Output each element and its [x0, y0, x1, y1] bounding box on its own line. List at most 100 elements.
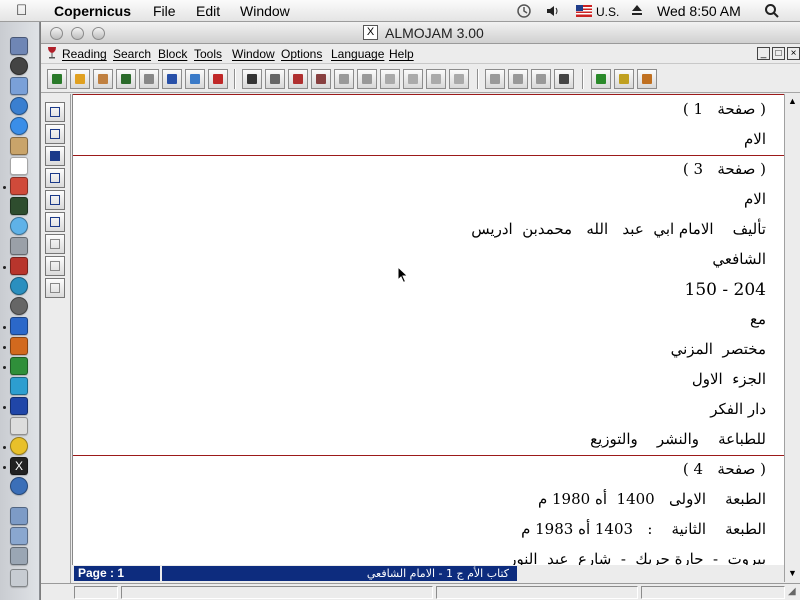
vertical-split-icon[interactable] [531, 69, 551, 89]
ichat-icon[interactable] [10, 117, 28, 135]
menu-help[interactable]: Help [389, 47, 414, 61]
app-menu[interactable]: Copernicus [54, 3, 131, 19]
wireless-icon[interactable] [10, 477, 28, 495]
applications-folder-icon[interactable] [10, 507, 28, 525]
table-icon[interactable] [288, 69, 308, 89]
tile-windows-icon[interactable] [485, 69, 505, 89]
books-icon[interactable] [10, 257, 28, 275]
system-prefs-icon[interactable] [10, 277, 28, 295]
house-down-icon[interactable] [139, 69, 159, 89]
input-locale[interactable]: U.S. [596, 5, 619, 19]
house-up-icon[interactable] [116, 69, 136, 89]
book-info-icon[interactable] [591, 69, 611, 89]
powerpoint-icon[interactable] [10, 337, 28, 355]
mdi-restore-button[interactable]: □ [772, 47, 785, 60]
textedit-icon[interactable] [10, 417, 28, 435]
exit-door-icon[interactable] [637, 69, 657, 89]
vertical-scrollbar[interactable]: ▲ ▼ [784, 94, 800, 582]
time-machine-icon[interactable] [516, 3, 532, 22]
dashboard-icon[interactable] [10, 57, 28, 75]
documents-folder-icon[interactable] [10, 527, 28, 545]
window-titlebar[interactable]: X ALMOJAM 3.00 [41, 22, 800, 44]
menu-reading[interactable]: Reading [62, 47, 107, 61]
search-books-icon[interactable] [47, 69, 67, 89]
horizontal-split-icon[interactable] [508, 69, 528, 89]
apple-menu-icon[interactable]:  [16, 2, 27, 19]
menu-language[interactable]: Language [331, 47, 384, 61]
spotlight-search-icon[interactable] [764, 3, 780, 22]
tools-icon[interactable] [554, 69, 574, 89]
itunes-icon[interactable] [10, 217, 28, 235]
book-closed-icon[interactable] [403, 69, 423, 89]
dock: X [0, 22, 40, 600]
chrome-icon[interactable] [10, 437, 28, 455]
menu-window[interactable]: Window [232, 47, 275, 61]
minimize-button[interactable] [71, 27, 84, 40]
page-separator [73, 155, 784, 156]
trash-icon[interactable] [10, 569, 28, 587]
paste-icon[interactable] [45, 256, 65, 276]
text-line: الجزء الاول [691, 370, 766, 388]
close-button[interactable] [50, 27, 63, 40]
volume-icon[interactable] [545, 3, 561, 22]
grid-icon[interactable] [311, 69, 331, 89]
copy-icon[interactable] [45, 234, 65, 254]
pen-icon[interactable] [449, 69, 469, 89]
menu-file[interactable]: File [153, 3, 176, 19]
menu-window[interactable]: Window [240, 3, 290, 19]
text-lines-icon[interactable] [265, 69, 285, 89]
help-question-icon[interactable] [614, 69, 634, 89]
text-document-icon[interactable] [242, 69, 262, 89]
finder-icon[interactable] [10, 37, 28, 55]
clock[interactable]: Wed 8:50 AM [657, 3, 741, 19]
bookmark-icon[interactable] [380, 69, 400, 89]
excel-icon[interactable] [10, 357, 28, 375]
downloads-stack-icon[interactable] [10, 547, 28, 565]
safari-icon[interactable] [10, 97, 28, 115]
page-header: ( صفحة 3 ) [682, 160, 766, 178]
columns-view-icon[interactable] [45, 102, 65, 122]
page-separator [73, 455, 784, 456]
book-index-icon[interactable] [162, 69, 182, 89]
word-icon[interactable] [10, 317, 28, 335]
photo-booth-icon[interactable] [10, 177, 28, 195]
mdi-close-button[interactable]: × [787, 47, 800, 60]
resize-grip-icon[interactable]: ◢ [788, 586, 796, 597]
note-edit-icon[interactable] [45, 124, 65, 144]
menu-options[interactable]: Options [281, 47, 322, 61]
people-icon[interactable] [45, 168, 65, 188]
menu-tools[interactable]: Tools [194, 47, 222, 61]
document-view[interactable]: ( صفحة 1 ) الام ( صفحة 3 ) الام تأليف ال… [72, 94, 784, 567]
menu-block[interactable]: Block [158, 47, 187, 61]
mdi-minimize-button[interactable]: _ [757, 47, 770, 60]
activity-monitor-icon[interactable] [10, 197, 28, 215]
x11-icon[interactable]: X [10, 457, 28, 475]
address-book-icon[interactable] [10, 137, 28, 155]
menu-edit[interactable]: Edit [196, 3, 220, 19]
scroll-down-arrow-icon[interactable]: ▼ [786, 567, 799, 580]
print-icon[interactable] [45, 278, 65, 298]
us-flag-icon[interactable] [576, 3, 592, 20]
ical-icon[interactable] [10, 157, 28, 175]
hierarchy-icon[interactable] [45, 190, 65, 210]
edit-list-icon[interactable] [185, 69, 205, 89]
person-list-icon[interactable] [357, 69, 377, 89]
utilities-icon[interactable] [10, 297, 28, 315]
mail-icon[interactable] [10, 77, 28, 95]
eject-icon[interactable] [630, 3, 644, 20]
write-note-icon[interactable] [45, 146, 65, 166]
books-stack-icon[interactable] [208, 69, 228, 89]
network-icon[interactable] [10, 397, 28, 415]
preview-icon[interactable] [10, 237, 28, 255]
menu-search[interactable]: Search [113, 47, 151, 61]
zoom-search-icon[interactable] [45, 212, 65, 232]
zoom-button[interactable] [92, 27, 105, 40]
home-icon[interactable] [93, 69, 113, 89]
c-app-icon[interactable] [10, 377, 28, 395]
scroll-up-arrow-icon[interactable]: ▲ [786, 95, 799, 108]
open-book-icon[interactable] [70, 69, 90, 89]
main-toolbar [41, 65, 800, 93]
person-tree-icon[interactable] [334, 69, 354, 89]
wine-glass-icon[interactable] [46, 46, 58, 60]
hand-icon[interactable] [426, 69, 446, 89]
